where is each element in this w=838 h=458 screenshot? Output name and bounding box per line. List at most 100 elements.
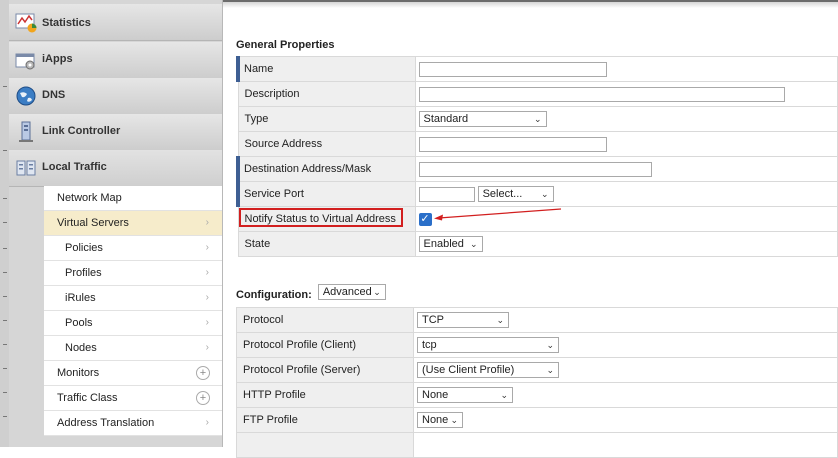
name-label: Name: [236, 56, 416, 82]
http-profile-cell: None ⌄: [413, 382, 838, 408]
chevron-down-icon: ⌄: [541, 189, 549, 199]
ftp-profile-label: FTP Profile: [236, 407, 414, 433]
table-row: Source Address: [237, 131, 838, 157]
service-port-select[interactable]: Select... ⌄: [477, 186, 554, 202]
protocol-select[interactable]: TCP ⌄: [417, 312, 509, 328]
add-circle-icon[interactable]: +: [196, 366, 210, 380]
type-label: Type: [237, 106, 416, 132]
sidebar-module-link-controller[interactable]: Link Controller: [9, 114, 222, 151]
chevron-down-icon: ⌄: [546, 365, 554, 375]
sidebar-item-virtual-servers[interactable]: Virtual Servers ›: [44, 211, 222, 236]
sidebar-item-traffic-class[interactable]: Traffic Class +: [44, 386, 222, 411]
top-divider: [223, 0, 838, 8]
source-address-label: Source Address: [237, 131, 416, 157]
main-content: General Properties Name Description Type…: [223, 0, 838, 458]
configuration-mode-select[interactable]: Advanced ⌄: [317, 284, 386, 300]
sidebar-item-monitors[interactable]: Monitors +: [44, 361, 222, 386]
chevron-down-icon: ⌄: [373, 287, 381, 297]
state-label: State: [237, 231, 416, 257]
gutter-tick: [3, 198, 7, 199]
chevron-down-icon: ⌄: [450, 415, 458, 425]
annotation-arrow-icon: [433, 208, 561, 221]
description-input[interactable]: [418, 86, 785, 102]
sidebar-item-address-translation[interactable]: Address Translation ›: [44, 411, 222, 436]
gutter-tick: [3, 248, 7, 249]
statistics-icon: [15, 13, 37, 33]
gutter-tick: [3, 344, 7, 345]
table-row: State Enabled ⌄: [237, 231, 838, 257]
sidebar-item-label: Profiles: [65, 267, 102, 279]
source-address-cell: [414, 131, 838, 157]
configuration-table: Protocol TCP ⌄ Protocol Profile (Client) …: [236, 307, 838, 458]
sidebar-module-iapps[interactable]: iApps: [9, 42, 222, 79]
protocol-cell: TCP ⌄: [413, 307, 838, 333]
state-select[interactable]: Enabled ⌄: [418, 236, 483, 252]
service-port-label: Service Port: [236, 181, 416, 207]
type-select[interactable]: Standard ⌄: [418, 111, 547, 127]
table-row: HTTP Profile None ⌄: [236, 382, 838, 408]
sidebar-item-label: Address Translation: [57, 417, 155, 429]
sidebar-item-profiles[interactable]: Profiles ›: [44, 261, 222, 286]
sidebar-item-label: Traffic Class: [57, 392, 118, 404]
chevron-right-icon: ›: [205, 342, 209, 353]
ftp-profile-select[interactable]: None ⌄: [417, 412, 463, 428]
gutter-tick: [3, 222, 7, 223]
ftp-profile-cell: None ⌄: [413, 407, 838, 433]
configuration-mode-value: Advanced: [322, 286, 372, 298]
source-address-input[interactable]: [418, 136, 607, 152]
local-traffic-icon: [16, 160, 36, 176]
service-port-input[interactable]: [418, 186, 475, 202]
destination-address-label: Destination Address/Mask: [236, 156, 416, 182]
next-row-cell: [413, 432, 838, 458]
notify-status-checkbox[interactable]: ✓: [418, 212, 432, 226]
description-cell: [414, 81, 838, 107]
http-profile-select[interactable]: None ⌄: [417, 387, 513, 403]
client-profile-label: Protocol Profile (Client): [236, 332, 414, 358]
gutter-tick: [3, 86, 7, 87]
sidebar-item-policies[interactable]: Policies ›: [44, 236, 222, 261]
table-row: Protocol Profile (Server) (Use Client Pr…: [236, 357, 838, 383]
sidebar-module-dns[interactable]: DNS: [9, 78, 222, 115]
sidebar-module-statistics[interactable]: Statistics: [9, 4, 222, 41]
server-profile-label: Protocol Profile (Server): [236, 357, 414, 383]
gutter-tick: [3, 416, 7, 417]
name-input[interactable]: [418, 61, 607, 77]
sidebar-item-nodes[interactable]: Nodes ›: [44, 336, 222, 361]
server-profile-select[interactable]: (Use Client Profile) ⌄: [417, 362, 559, 378]
gutter-tick: [3, 392, 7, 393]
dns-globe-icon: [16, 86, 36, 106]
sidebar-item-label: Network Map: [57, 192, 122, 204]
sidebar-module-local-traffic[interactable]: Local Traffic: [9, 150, 222, 187]
state-cell: Enabled ⌄: [414, 231, 838, 257]
gutter-tick: [3, 296, 7, 297]
sidebar-module-title: DNS: [42, 89, 66, 101]
sidebar-item-network-map[interactable]: Network Map: [44, 186, 222, 211]
table-row: Protocol TCP ⌄: [236, 307, 838, 333]
chevron-down-icon: ⌄: [469, 239, 478, 249]
protocol-select-value: TCP: [422, 314, 444, 326]
table-row: Type Standard ⌄: [237, 106, 838, 132]
client-profile-select[interactable]: tcp ⌄: [417, 337, 559, 353]
chevron-down-icon: ⌄: [496, 315, 504, 325]
add-circle-icon[interactable]: +: [196, 391, 210, 405]
general-properties-title: General Properties: [236, 39, 335, 51]
table-row: Notify Status to Virtual Address ✓: [237, 206, 838, 232]
client-profile-cell: tcp ⌄: [413, 332, 838, 358]
table-row: FTP Profile None ⌄: [236, 407, 838, 433]
chevron-right-icon: ›: [205, 242, 209, 253]
sidebar-item-irules[interactable]: iRules ›: [44, 286, 222, 311]
gutter-tick: [3, 150, 7, 151]
service-port-cell: Select... ⌄: [414, 181, 838, 207]
link-controller-icon: [19, 121, 33, 142]
chevron-down-icon: ⌄: [500, 390, 508, 400]
destination-address-input[interactable]: [418, 161, 652, 177]
chevron-right-icon: ›: [205, 217, 209, 228]
sidebar-item-pools[interactable]: Pools ›: [44, 311, 222, 336]
chevron-right-icon: ›: [205, 267, 209, 278]
chevron-right-icon: ›: [205, 292, 209, 303]
protocol-label: Protocol: [236, 307, 414, 333]
state-select-value: Enabled: [423, 238, 464, 250]
description-label: Description: [237, 81, 416, 107]
table-row: Destination Address/Mask: [236, 156, 838, 182]
type-cell: Standard ⌄: [414, 106, 838, 132]
